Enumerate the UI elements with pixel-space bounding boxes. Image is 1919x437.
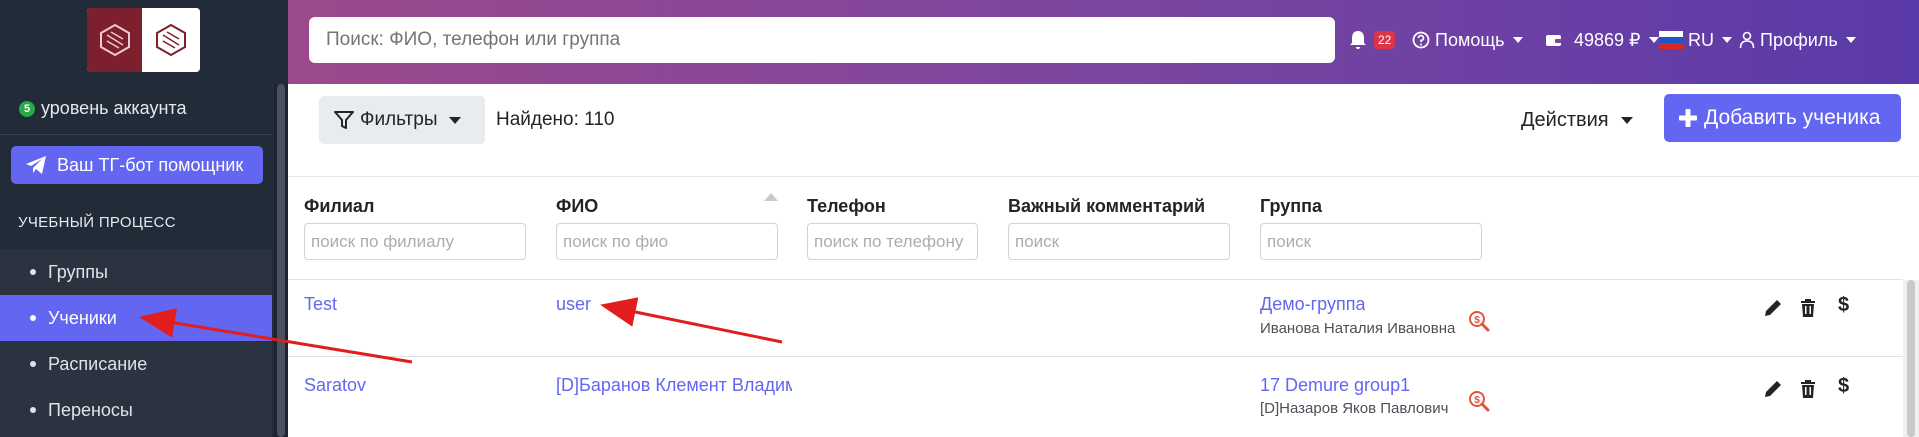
annotation-arrow-to-user xyxy=(600,297,783,344)
dollar-icon[interactable]: $ xyxy=(1838,375,1860,397)
help-menu[interactable]: Помощь xyxy=(1412,22,1523,58)
level-text: уровень аккаунта xyxy=(41,98,187,118)
toolbar-divider xyxy=(288,176,1919,177)
edit-icon[interactable] xyxy=(1762,297,1784,319)
filter-phone-input[interactable]: поиск по телефону xyxy=(807,223,978,260)
tg-bot-label: Ваш ТГ-бот помощник xyxy=(57,154,244,175)
filters-label: Фильтры xyxy=(360,109,438,130)
sidebar-item-label: Переносы xyxy=(48,399,133,420)
bullet-icon xyxy=(30,269,36,275)
sidebar-divider xyxy=(0,134,272,135)
chevron-down-icon xyxy=(449,116,462,124)
actions-dropdown[interactable]: Действия xyxy=(1521,109,1633,132)
row-name-link[interactable]: [D]Баранов Клемент Владимирович xyxy=(556,375,792,396)
logo-mark-dark xyxy=(87,8,142,72)
logo[interactable] xyxy=(87,8,200,72)
trash-icon[interactable] xyxy=(1797,378,1819,400)
add-student-label: Добавить ученика xyxy=(1704,106,1881,129)
logo-mark-light xyxy=(142,8,200,72)
bullet-icon xyxy=(30,407,36,413)
found-count: Найдено: 110 xyxy=(496,109,615,130)
chevron-down-icon xyxy=(1845,37,1856,43)
search-payment-icon[interactable]: $ xyxy=(1468,390,1490,412)
column-header-name[interactable]: ФИО xyxy=(556,196,598,217)
account-level[interactable]: 5 уровень аккаунта xyxy=(19,98,186,119)
profile-label: Профиль xyxy=(1760,29,1838,50)
content-toolbar: Фильтры Найдено: 110 Действия Добавить у… xyxy=(288,84,1919,150)
svg-text:$: $ xyxy=(1474,395,1480,406)
row-group-link[interactable]: 17 Demure group1 xyxy=(1260,375,1410,396)
row-branch-link[interactable]: Saratov xyxy=(304,375,366,396)
scrollbar-thumb[interactable] xyxy=(277,84,285,437)
sidebar: 5 уровень аккаунта Ваш ТГ-бот помощник У… xyxy=(0,0,288,437)
sidebar-item-label: Ученики xyxy=(48,307,117,328)
level-badge: 5 xyxy=(19,100,35,117)
add-student-button[interactable]: Добавить ученика xyxy=(1664,94,1901,142)
scrollbar-thumb[interactable] xyxy=(1907,280,1915,437)
table-row-divider xyxy=(288,356,1903,357)
row-branch-link[interactable]: Test xyxy=(304,294,337,315)
section-title-learning: УЧЕБНЫЙ ПРОЦЕСС xyxy=(18,214,176,231)
telegram-icon xyxy=(26,156,46,174)
table-scrollbar[interactable] xyxy=(1903,280,1919,437)
sidebar-item-schedule[interactable]: Расписание xyxy=(0,341,272,387)
sidebar-item-groups[interactable]: Группы xyxy=(0,249,272,295)
wallet-icon xyxy=(1546,35,1562,46)
sidebar-item-students[interactable]: Ученики xyxy=(0,295,272,341)
notifications-count: 22 xyxy=(1374,31,1396,49)
filters-button[interactable]: Фильтры xyxy=(319,96,485,144)
column-header-comment[interactable]: Важный комментарий xyxy=(1008,196,1205,217)
chevron-down-icon xyxy=(1512,37,1523,43)
edit-icon[interactable] xyxy=(1762,378,1784,400)
sort-asc-icon[interactable] xyxy=(764,193,778,201)
row-teacher: Иванова Наталия Ивановна xyxy=(1260,320,1456,337)
svg-text:$: $ xyxy=(1474,315,1480,326)
table-divider xyxy=(288,279,1903,280)
question-icon xyxy=(1412,31,1430,49)
dollar-icon[interactable]: $ xyxy=(1838,294,1860,316)
sidebar-item-transfers[interactable]: Переносы xyxy=(0,387,272,433)
sidebar-item-label: Расписание xyxy=(48,353,148,374)
user-icon xyxy=(1739,31,1755,49)
chevron-down-icon xyxy=(1620,117,1633,124)
filter-group-input[interactable]: поиск xyxy=(1260,223,1482,260)
tg-bot-button[interactable]: Ваш ТГ-бот помощник xyxy=(11,146,263,184)
notifications-button[interactable]: 22 xyxy=(1349,22,1396,58)
balance-value: 49869 ₽ xyxy=(1574,29,1641,50)
language-label: RU xyxy=(1688,29,1714,50)
language-menu[interactable]: RU xyxy=(1659,22,1732,58)
search-payment-icon[interactable]: $ xyxy=(1468,310,1490,332)
bullet-icon xyxy=(30,315,36,321)
column-header-group[interactable]: Группа xyxy=(1260,196,1322,217)
row-teacher: [D]Назаров Яков Павлович xyxy=(1260,400,1449,417)
actions-label: Действия xyxy=(1521,109,1609,131)
filter-comment-input[interactable]: поиск xyxy=(1008,223,1230,260)
plus-icon xyxy=(1679,109,1697,127)
chevron-down-icon xyxy=(1648,37,1659,43)
help-label: Помощь xyxy=(1435,29,1505,50)
chevron-down-icon xyxy=(1722,37,1732,43)
sidebar-item-label: Группы xyxy=(48,261,108,282)
trash-icon[interactable] xyxy=(1797,297,1819,319)
column-header-phone[interactable]: Телефон xyxy=(807,196,886,217)
sidebar-submenu: Группы Ученики Расписание Переносы xyxy=(0,249,272,437)
bell-icon xyxy=(1350,31,1366,49)
bullet-icon xyxy=(30,361,36,367)
filter-branch-input[interactable]: поиск по филиалу xyxy=(304,223,526,260)
top-bar: 22 Помощь 49869 ₽ RU Профиль xyxy=(288,0,1919,84)
row-name-link[interactable]: user xyxy=(556,294,591,315)
row-group-link[interactable]: Демо-группа xyxy=(1260,294,1365,315)
russia-flag-icon xyxy=(1659,31,1683,49)
search-input[interactable] xyxy=(309,17,1335,63)
balance-menu[interactable]: 49869 ₽ xyxy=(1545,22,1659,58)
column-header-branch[interactable]: Филиал xyxy=(304,196,374,217)
filter-name-input[interactable]: поиск по фио xyxy=(556,223,778,260)
filter-icon xyxy=(334,111,354,129)
sidebar-scrollbar[interactable] xyxy=(274,84,288,437)
profile-menu[interactable]: Профиль xyxy=(1739,22,1856,58)
